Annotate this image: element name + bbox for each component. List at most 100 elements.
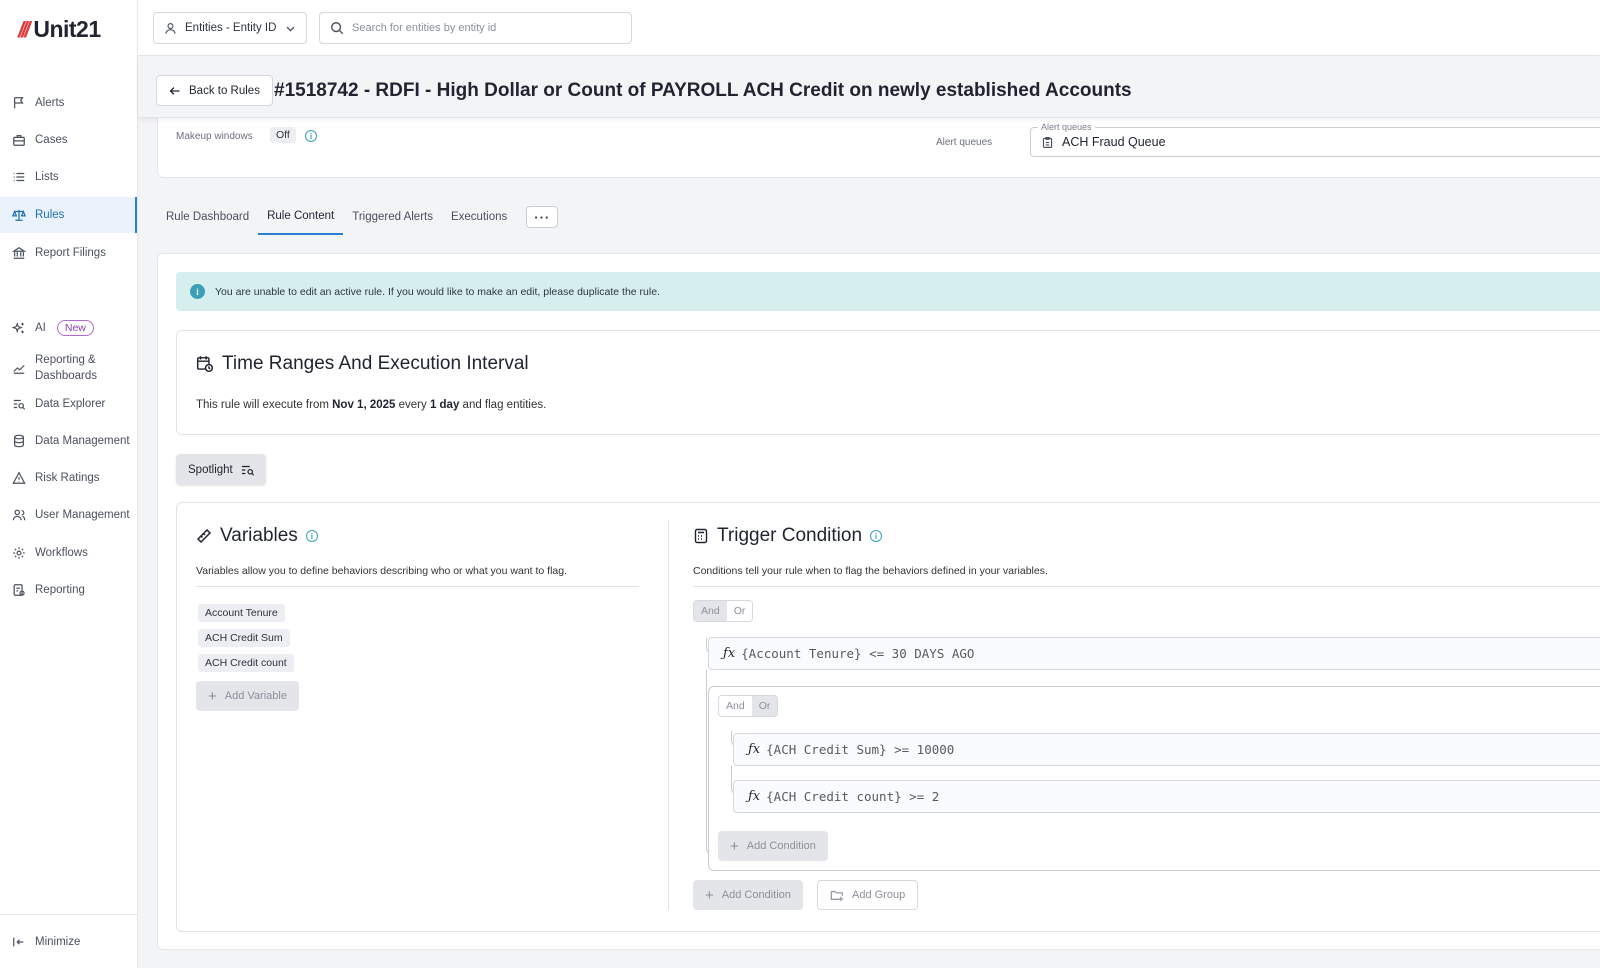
search-icon	[331, 22, 344, 35]
function-icon: ƒx	[723, 646, 736, 661]
condition-group	[708, 686, 1600, 871]
inner-or-option[interactable]: Or	[751, 696, 778, 716]
alert-queue-value: ACH Fraud Queue	[1062, 135, 1166, 149]
plus-icon: +	[208, 687, 217, 705]
trigger-description: Conditions tell your rule when to flag t…	[693, 565, 1048, 577]
info-icon[interactable]: i	[305, 530, 318, 542]
sidebar-item-ai[interactable]: AI New	[0, 310, 137, 346]
sidebar-item-label: User Management	[35, 509, 130, 521]
calculator-icon	[694, 528, 708, 544]
back-to-rules-button[interactable]: Back to Rules	[156, 75, 273, 106]
column-divider	[668, 520, 669, 910]
sidebar-item-alerts[interactable]: Alerts	[0, 85, 137, 121]
new-badge: New	[56, 320, 94, 336]
sidebar-item-label: Reporting	[35, 584, 85, 596]
search-input[interactable]	[352, 22, 612, 34]
info-icon[interactable]: i	[870, 530, 883, 542]
time-ranges-card	[176, 330, 1600, 435]
info-icon: i	[190, 284, 205, 299]
sidebar-item-label: Rules	[35, 209, 65, 221]
logo-slashes: ///	[18, 16, 30, 42]
variable-tag[interactable]: ACH Credit count	[198, 654, 294, 672]
more-options-button[interactable]: ···	[526, 206, 559, 228]
sidebar-item-data-management[interactable]: Data Management	[0, 423, 137, 459]
add-condition-button[interactable]: + Add Condition	[693, 880, 803, 910]
tab-rule-content[interactable]: Rule Content	[258, 199, 344, 235]
condition-row[interactable]: ƒx {ACH Credit Sum} >= 10000	[733, 733, 1600, 766]
sidebar-item-cases[interactable]: Cases	[0, 122, 137, 158]
scale-icon	[12, 209, 26, 221]
label-line-1: Reporting &	[35, 354, 96, 366]
sidebar-item-label: Reporting & Dashboards	[35, 352, 97, 384]
collapse-left-icon	[13, 937, 24, 946]
inner-and-option[interactable]: And	[719, 696, 752, 716]
sidebar-item-reporting-dashboards[interactable]: Reporting & Dashboards	[0, 348, 137, 388]
sidebar: /// Unit21 Alerts Cases Lists Rules Repo…	[0, 0, 138, 968]
chart-line-icon	[13, 364, 25, 374]
minimize-label: Minimize	[35, 935, 81, 948]
sidebar-item-user-management[interactable]: User Management	[0, 497, 137, 533]
search-list-icon	[13, 399, 26, 410]
alert-queues-legend: Alert queues	[1038, 122, 1095, 132]
entity-type-select[interactable]: Entities - Entity ID	[153, 12, 307, 44]
report-icon	[13, 584, 25, 596]
time-title-text: Time Ranges And Execution Interval	[222, 353, 529, 374]
trigger-title-text: Trigger Condition	[717, 525, 863, 546]
tab-executions[interactable]: Executions	[442, 199, 516, 235]
sidebar-item-workflows[interactable]: Workflows	[0, 535, 137, 571]
variable-tag[interactable]: ACH Credit Sum	[198, 629, 290, 647]
condition-expression: {Account Tenure} <= 30 DAYS AGO	[741, 646, 975, 661]
execution-interval: 1 day	[429, 399, 460, 411]
outer-or-option[interactable]: Or	[726, 601, 753, 621]
sidebar-item-report-filings[interactable]: Report Filings	[0, 235, 137, 271]
add-group-button[interactable]: Add Group	[817, 880, 919, 910]
users-icon	[12, 509, 26, 521]
function-icon: ƒx	[748, 789, 761, 804]
add-variable-label: Add Variable	[224, 690, 287, 702]
makeup-windows-label: Makeup windows	[176, 131, 253, 142]
sidebar-item-label: AI	[35, 322, 46, 334]
spotlight-label: Spotlight	[188, 463, 233, 476]
plus-icon: +	[730, 837, 739, 855]
notice-text: You are unable to edit an active rule. I…	[215, 285, 660, 298]
add-group-label: Add Group	[852, 889, 906, 901]
sparkle-icon	[12, 321, 24, 334]
sidebar-item-lists[interactable]: Lists	[0, 159, 137, 195]
sidebar-item-rules[interactable]: Rules	[0, 197, 137, 233]
user-icon	[165, 22, 176, 34]
start-date: Nov 1, 2025	[332, 399, 396, 411]
add-condition-button[interactable]: + Add Condition	[718, 831, 828, 861]
ruler-icon	[196, 528, 212, 544]
tab-rule-dashboard[interactable]: Rule Dashboard	[157, 199, 258, 235]
chevron-down-icon	[286, 26, 295, 31]
sidebar-item-risk-ratings[interactable]: Risk Ratings	[0, 460, 137, 496]
sidebar-item-data-explorer[interactable]: Data Explorer	[0, 386, 137, 422]
alert-queues-field[interactable]: ACH Fraud Queue	[1030, 127, 1600, 157]
list-icon	[13, 172, 25, 182]
condition-row[interactable]: ƒx {ACH Credit count} >= 2	[733, 780, 1600, 813]
variables-title: Variables i	[196, 525, 318, 547]
condition-expression: {ACH Credit Sum} >= 10000	[766, 742, 955, 757]
condition-expression: {ACH Credit count} >= 2	[766, 789, 940, 804]
add-condition-label: Add Condition	[746, 840, 816, 852]
tab-triggered-alerts[interactable]: Triggered Alerts	[343, 199, 442, 235]
variables-title-text: Variables	[220, 525, 298, 546]
info-icon[interactable]: i	[305, 130, 317, 142]
outer-and-option[interactable]: And	[694, 601, 727, 621]
spotlight-button[interactable]: Spotlight	[176, 454, 266, 485]
minimize-button[interactable]: Minimize	[0, 914, 137, 968]
variable-tag[interactable]: Account Tenure	[198, 604, 285, 622]
sidebar-item-label: Workflows	[35, 547, 88, 559]
sidebar-item-label: Report Filings	[35, 247, 106, 259]
divider	[693, 586, 1600, 587]
desc-prefix: This rule will execute from	[196, 399, 333, 411]
condition-row[interactable]: ƒx {Account Tenure} <= 30 DAYS AGO	[708, 637, 1600, 670]
plus-icon: +	[705, 886, 714, 904]
unit21-logo[interactable]: /// Unit21	[18, 16, 101, 43]
warning-icon	[12, 471, 26, 484]
add-variable-button[interactable]: + Add Variable	[196, 681, 299, 711]
sidebar-item-reporting[interactable]: Reporting	[0, 572, 137, 608]
entity-search	[319, 12, 632, 44]
makeup-windows-value: Off	[270, 127, 296, 143]
inner-logic-toggle: And Or	[718, 695, 779, 717]
